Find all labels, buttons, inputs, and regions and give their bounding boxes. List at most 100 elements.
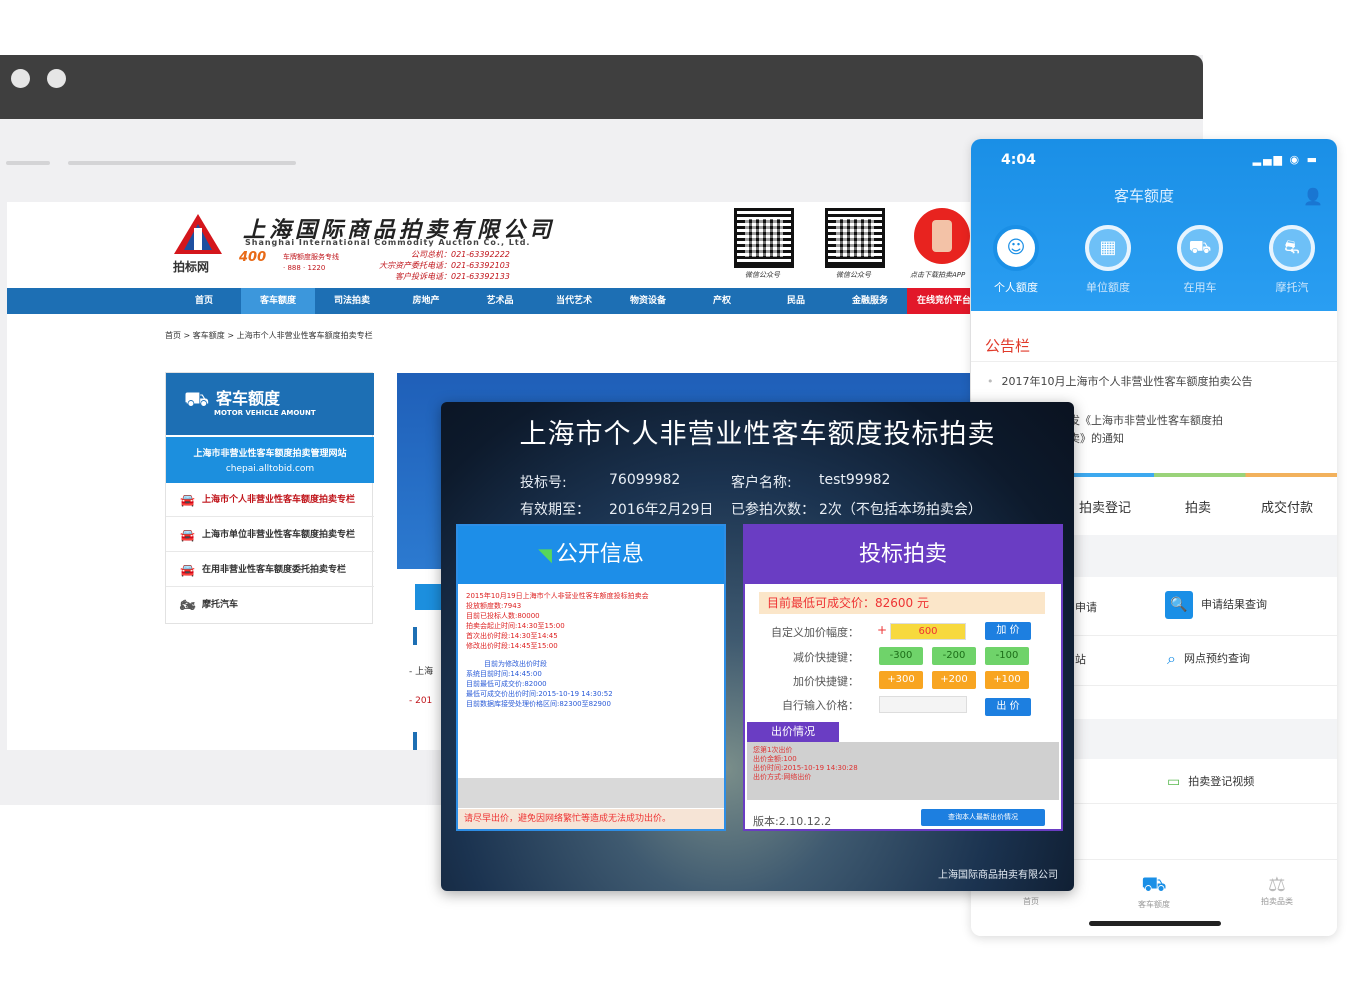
hotline-number: · 888 · 1220	[283, 264, 326, 272]
window-close-dot[interactable]	[11, 69, 30, 88]
car-icon: 🚘	[180, 493, 195, 507]
qr-caption: 微信公众号	[836, 271, 871, 279]
row-outlet-query[interactable]: ⌕ 网点预约查询	[1167, 649, 1250, 669]
breadcrumb: 首页 > 客车额度 > 上海市个人非营业性客车额度拍卖专栏	[165, 331, 373, 340]
info-line: 最低可成交价出价时间:2015-10-19 14:30:52	[466, 690, 613, 698]
sidebar: ⛟ 客车额度 MOTOR VEHICLE AMOUNT 上海市非营业性客车额度拍…	[165, 372, 374, 624]
logo-triangle-icon[interactable]	[172, 212, 224, 256]
tab-motorcycle[interactable]: ⛐ 摩托汽	[1257, 225, 1327, 295]
plus-300-button[interactable]: +300	[879, 671, 923, 689]
plus-100-button[interactable]: +100	[985, 671, 1029, 689]
logo-caption: 拍标网	[173, 260, 210, 274]
query-latest-bid-button[interactable]: 查询本人最新出价情况	[921, 809, 1045, 826]
qr-caption: 微信公众号	[745, 271, 780, 279]
url-placeholder[interactable]	[68, 161, 296, 165]
bottom-tab-quota[interactable]: ⛟ 客车额度	[1114, 872, 1194, 910]
auction-client-window: 上海市个人非营业性客车额度投标拍卖 投标号: 76099982 客户名称: te…	[441, 402, 1074, 891]
tab-personal-quota[interactable]: ☺ 个人额度	[981, 225, 1051, 295]
minus-300-button[interactable]: -300	[879, 647, 923, 665]
bottom-tab-category[interactable]: ⚖ 拍卖品类	[1237, 872, 1317, 907]
bid-no-value: 76099982	[609, 472, 681, 488]
app-download-icon[interactable]	[914, 208, 970, 264]
motorcycle-icon: 🏍	[180, 598, 196, 612]
nav-item-art[interactable]: 艺术品	[463, 288, 537, 314]
content-snippet[interactable]: - 201	[409, 696, 432, 706]
hotline-label: 车牌额度服务专线	[283, 253, 339, 261]
step-auction[interactable]: 拍卖	[1185, 497, 1211, 516]
minus-200-button[interactable]: -200	[932, 647, 976, 665]
bottom-tab-label: 拍卖品类	[1261, 897, 1293, 906]
public-info-grey	[458, 778, 724, 808]
user-icon[interactable]: 👤	[1303, 187, 1323, 206]
sidebar-item-personal[interactable]: 🚘 上海市个人非营业性客车额度拍卖专栏	[166, 483, 374, 517]
notice-item[interactable]: • 2017年10月上海市个人非营业性客车额度拍卖公告	[987, 373, 1253, 390]
public-info-body: 2015年10月19日上海市个人非营业性客车额度投标拍卖会 投放额度数:7943…	[462, 588, 720, 728]
minus-100-button[interactable]: -100	[985, 647, 1029, 665]
custom-increase-input[interactable]: 600	[890, 623, 966, 640]
nav-item-contemporary[interactable]: 当代艺术	[537, 288, 611, 314]
qr-code-icon	[825, 208, 885, 268]
window-minimize-dot[interactable]	[47, 69, 66, 88]
info-line: 2015年10月19日上海市个人非营业性客车额度投标拍卖会	[466, 592, 649, 600]
nav-placeholder	[6, 161, 50, 165]
bid-log: 您第1次出价 出价金额:100 出价时间:2015-10-19 14:30:28…	[747, 742, 1059, 800]
car-icon: 🚘	[180, 528, 195, 542]
step-register[interactable]: 拍卖登记	[1079, 497, 1131, 516]
nav-item-online-bidding[interactable]: 在线竞价平台	[907, 288, 970, 314]
auction-icon: ⚖	[1268, 872, 1286, 896]
notice-title: 公告栏	[985, 337, 1031, 355]
sidebar-subtitle: MOTOR VEHICLE AMOUNT	[214, 409, 316, 417]
nav-item-judicial[interactable]: 司法拍卖	[315, 288, 389, 314]
log-line: 出价方式:网络出价	[753, 773, 812, 781]
customer-label: 客户名称:	[731, 475, 792, 491]
row-station[interactable]: 站	[1075, 651, 1086, 667]
tab-label: 摩托汽	[1275, 281, 1309, 294]
info-line: 投放额度数:7943	[466, 602, 522, 610]
tab-inuse-car[interactable]: ⛟ 在用车	[1165, 225, 1235, 295]
nav-item-property[interactable]: 产权	[685, 288, 759, 314]
nav-item-equipment[interactable]: 物资设备	[611, 288, 685, 314]
tab-company-quota[interactable]: ▦ 单位额度	[1073, 225, 1143, 295]
window-titlebar	[0, 55, 1203, 119]
nav-item-finance[interactable]: 金融服务	[833, 288, 907, 314]
nav-item-home[interactable]: 首页	[167, 288, 241, 314]
valid-label: 有效期至：	[520, 502, 590, 518]
price-input[interactable]	[879, 696, 967, 713]
add-price-button[interactable]: 加 价	[985, 622, 1031, 640]
car-icon: ⛟	[184, 387, 210, 411]
row-apply[interactable]: 申请	[1075, 599, 1097, 615]
motorcycle-icon: ⛐	[1269, 225, 1315, 271]
info-line: 首次出价时段:14:30至14:45	[466, 632, 558, 640]
content-snippet[interactable]: - 上海	[409, 664, 433, 677]
sidebar-item-company[interactable]: 🚘 上海市单位非营业性客车额度拍卖专栏	[166, 518, 374, 552]
bid-button[interactable]: 出 价	[985, 698, 1031, 716]
content-tab-marker[interactable]	[415, 584, 443, 610]
status-time: 4:04	[1001, 152, 1036, 168]
video-icon: ▭	[1167, 774, 1181, 790]
home-indicator[interactable]	[1089, 921, 1221, 926]
highlight-url: chepai.alltobid.com	[225, 464, 315, 474]
sidebar-item-label: 在用非营业性客车额度委托拍卖专栏	[202, 565, 347, 575]
step-payment[interactable]: 成交付款	[1261, 497, 1313, 516]
bottom-tab-label: 首页	[1023, 897, 1039, 906]
sidebar-item-motorcycle[interactable]: 🏍 摩托汽车	[166, 588, 374, 622]
info-line: 拍卖会起止时间:14:30至15:00	[466, 622, 565, 630]
notice-item-cont: 卖》的通知	[1069, 430, 1124, 447]
car-icon: ⛟	[1141, 872, 1167, 896]
plus-200-button[interactable]: +200	[932, 671, 976, 689]
nav-item-quota[interactable]: 客车额度	[241, 288, 315, 314]
sidebar-highlight-link[interactable]: 上海市非营业性客车额度拍卖管理网站 chepai.alltobid.com	[166, 437, 374, 483]
tab-label: 单位额度	[1086, 281, 1130, 294]
row-result-query[interactable]: 🔍 申请结果查询	[1165, 591, 1267, 619]
nav-item-goods[interactable]: 民品	[759, 288, 833, 314]
log-line: 出价金额:100	[753, 755, 797, 763]
minus-label: 减价快捷键：	[793, 651, 859, 664]
person-icon: ☺	[993, 225, 1039, 271]
sidebar-item-inuse[interactable]: 🚘 在用非营业性客车额度委托拍卖专栏	[166, 553, 374, 587]
bid-status-tab[interactable]: 出价情况	[747, 722, 839, 742]
tab-label: 个人额度	[994, 281, 1038, 294]
brand-name-en: Shanghai International Commodity Auction…	[245, 238, 531, 247]
row-register-video[interactable]: ▭ 拍卖登记视频	[1167, 773, 1254, 790]
nav-item-realestate[interactable]: 房地产	[389, 288, 463, 314]
